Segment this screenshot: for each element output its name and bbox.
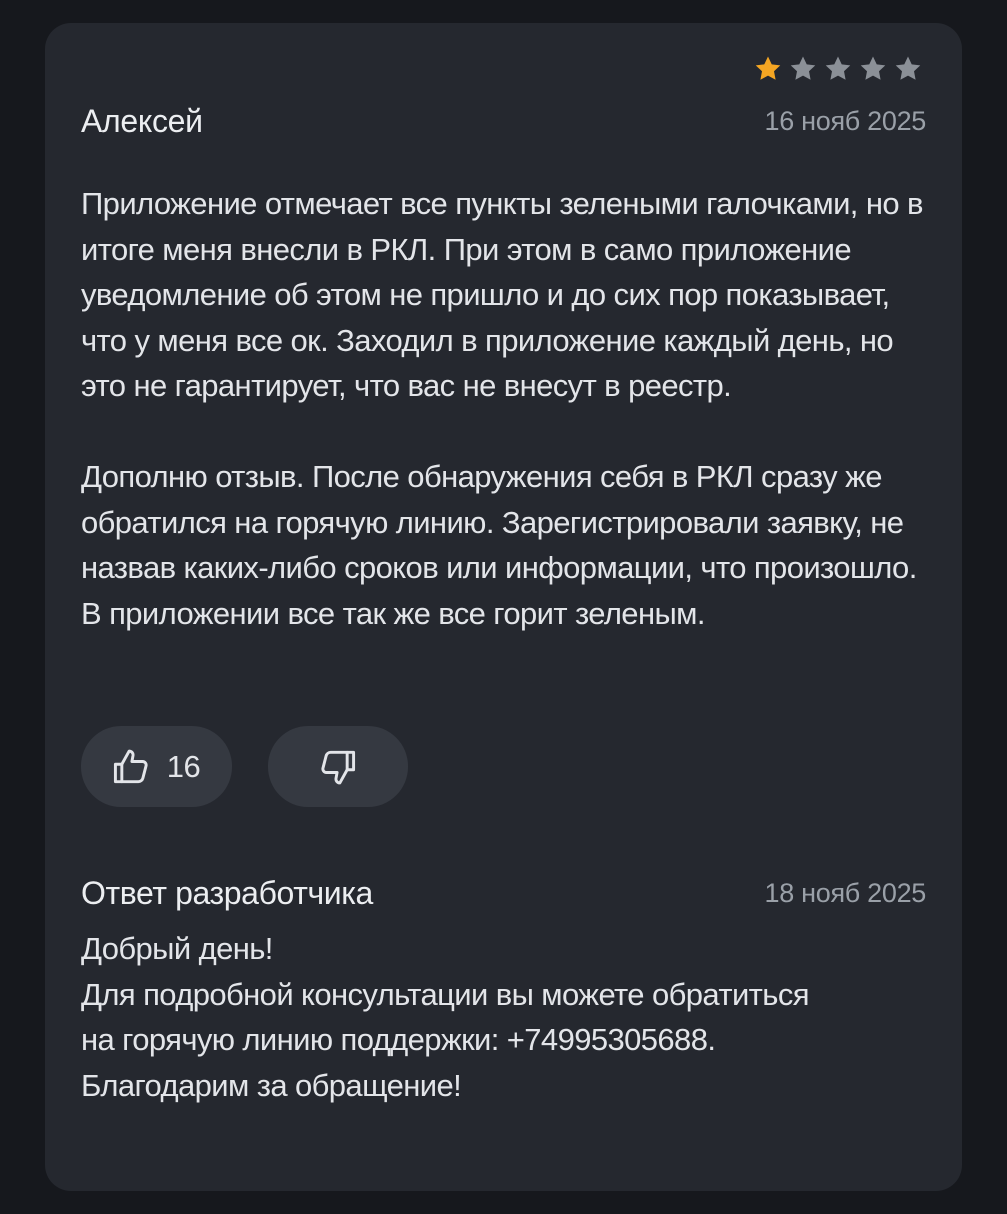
review-paragraph: Дополню отзыв. После обнаружения себя в … [81, 459, 917, 631]
developer-reply-title: Ответ разработчика [81, 874, 373, 911]
star-icon [825, 56, 851, 80]
developer-reply-date: 18 нояб 2025 [764, 877, 926, 908]
review-paragraph: Приложение отмечает все пункты зелеными … [81, 186, 923, 403]
star-icon [790, 56, 816, 80]
like-button[interactable]: 16 [81, 726, 232, 807]
thumbs-up-icon [113, 749, 148, 783]
reply-line: Для подробной консультации вы можете обр… [81, 976, 810, 1012]
vote-buttons: 16 [81, 726, 408, 807]
star-icon [860, 56, 886, 80]
developer-reply-body: Добрый день! Для подробной консультации … [81, 926, 926, 1108]
review-author: Алексей [81, 102, 203, 139]
star-icon [895, 56, 921, 80]
review-header: Алексей 16 нояб 2025 [81, 101, 926, 141]
review-body: Приложение отмечает все пункты зелеными … [81, 181, 926, 636]
reply-line: Добрый день! [81, 931, 273, 966]
developer-reply-header: Ответ разработчика 18 нояб 2025 [81, 873, 926, 913]
review-date: 16 нояб 2025 [764, 105, 926, 136]
star-rating [752, 53, 924, 85]
thumbs-down-icon [321, 750, 356, 784]
reply-line: Благодарим за обращение! [81, 1067, 462, 1103]
reply-line: на горячую линию поддержки: +74995305688… [81, 1022, 716, 1057]
like-count: 16 [166, 748, 201, 784]
dislike-button[interactable] [268, 726, 408, 807]
review-card: Алексей 16 нояб 2025 Приложение отмечает… [45, 23, 962, 1191]
star-icon-filled [755, 56, 781, 80]
